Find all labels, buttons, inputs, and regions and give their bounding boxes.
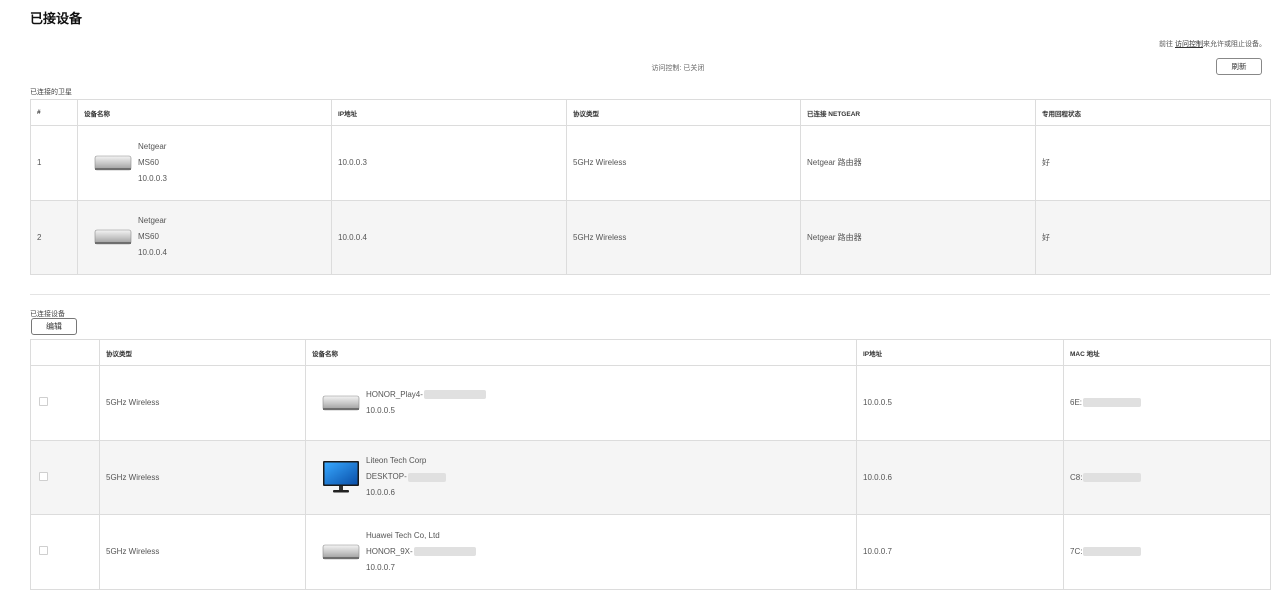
access-control-hint: 前往 访问控制来允许或阻止设备。	[1159, 39, 1266, 49]
protocol-cell: 5GHz Wireless	[99, 365, 306, 441]
mini-pc-icon	[94, 155, 132, 171]
backhaul-cell: 好	[1035, 125, 1271, 201]
mac-cell: 6E:	[1063, 365, 1271, 441]
device-row: 5GHz Wireless Huawei Tech Co, Ltd HONOR_…	[30, 514, 1271, 590]
access-control-link[interactable]: 访问控制	[1175, 41, 1203, 48]
col-mac: MAC 地址	[1063, 339, 1271, 366]
col-device-name: 设备名称	[305, 339, 857, 366]
row-index: 1	[30, 125, 78, 201]
satellite-row: 1 Netgear MS60 10.0.0.3 10.0.0.3 5GHz Wi…	[30, 125, 1271, 201]
col-ip: IP地址	[856, 339, 1064, 366]
device-hostname: HONOR_9X-	[366, 544, 476, 560]
device-ip-sub: 10.0.0.7	[366, 562, 395, 572]
device-row: 5GHz Wireless Liteon Tech Corp DESKTOP- …	[30, 439, 1271, 515]
redacted-block	[407, 472, 446, 482]
redacted-block	[413, 547, 476, 557]
row-checkbox[interactable]	[39, 471, 48, 481]
device-ip-sub: 10.0.0.4	[138, 248, 167, 258]
device-hostname: HONOR_Play4-	[366, 387, 486, 403]
mini-pc-icon	[94, 229, 132, 245]
connected-cell: Netgear 路由器	[800, 125, 1036, 201]
device-brand: Netgear	[138, 216, 167, 226]
redacted-block	[1083, 472, 1142, 482]
device-model: MS60	[138, 157, 159, 167]
protocol-cell: 5GHz Wireless	[99, 439, 306, 515]
protocol-cell: 5GHz Wireless	[99, 514, 306, 590]
mac-cell: C8:	[1063, 439, 1271, 515]
redacted-block	[1083, 398, 1142, 408]
device-row: 5GHz Wireless HONOR_Play4- 10.0.0.5 10.0…	[30, 365, 1271, 441]
access-hint-prefix: 前往	[1159, 41, 1174, 48]
satellites-header-row: # 设备名称 IP地址 协议类型 已连接 NETGEAR 专用回程状态	[30, 99, 1271, 126]
device-brand: Netgear	[138, 141, 167, 151]
device-name-cell: Huawei Tech Co, Ltd HONOR_9X- 10.0.0.7	[305, 514, 857, 590]
device-name-cell: HONOR_Play4- 10.0.0.5	[305, 365, 857, 441]
ip-cell: 10.0.0.4	[331, 199, 567, 275]
connected-cell: Netgear 路由器	[800, 199, 1036, 275]
device-vendor: Liteon Tech Corp	[366, 456, 427, 466]
col-backhaul-status: 专用回程状态	[1035, 99, 1271, 126]
access-control-status: 访问控制: 已关闭	[651, 65, 705, 72]
redacted-block	[1083, 547, 1142, 557]
mini-pc-icon	[322, 544, 360, 560]
protocol-cell: 5GHz Wireless	[566, 125, 801, 201]
device-ip-sub: 10.0.0.6	[366, 488, 395, 498]
protocol-cell: 5GHz Wireless	[566, 199, 801, 275]
select-cell	[30, 514, 100, 590]
device-name-cell: Netgear MS60 10.0.0.3	[77, 125, 332, 201]
access-hint-suffix: 来允许或阻止设备。	[1203, 41, 1266, 48]
row-checkbox[interactable]	[39, 546, 48, 556]
device-hostname: DESKTOP-	[366, 469, 446, 485]
row-checkbox[interactable]	[39, 397, 48, 407]
ip-cell: 10.0.0.6	[856, 439, 1064, 515]
select-cell	[30, 439, 100, 515]
col-connected-netgear: 已连接 NETGEAR	[800, 99, 1036, 126]
devices-table: 协议类型 设备名称 IP地址 MAC 地址 5GHz Wireless HONO…	[30, 339, 1271, 590]
refresh-button[interactable]: 刷新	[1216, 58, 1262, 75]
col-index: #	[30, 99, 78, 126]
col-ip: IP地址	[331, 99, 567, 126]
section-divider	[30, 294, 1270, 295]
device-name-cell: Netgear MS60 10.0.0.4	[77, 199, 332, 275]
select-cell	[30, 365, 100, 441]
mini-pc-icon	[322, 395, 360, 411]
col-select	[30, 339, 100, 366]
device-name-cell: Liteon Tech Corp DESKTOP- 10.0.0.6	[305, 439, 857, 515]
page-title: 已接设备	[30, 11, 83, 26]
redacted-block	[423, 390, 486, 400]
satellites-section-label: 已连接的卫星	[30, 89, 72, 96]
device-ip-sub: 10.0.0.3	[138, 173, 167, 183]
satellites-table: # 设备名称 IP地址 协议类型 已连接 NETGEAR 专用回程状态 1 Ne…	[30, 99, 1271, 275]
col-protocol: 协议类型	[566, 99, 801, 126]
satellite-row: 2 Netgear MS60 10.0.0.4 10.0.0.4 5GHz Wi…	[30, 199, 1271, 275]
ip-cell: 10.0.0.3	[331, 125, 567, 201]
device-vendor: Huawei Tech Co, Ltd	[366, 530, 440, 540]
device-ip-sub: 10.0.0.5	[366, 405, 395, 415]
device-model: MS60	[138, 232, 159, 242]
row-index: 2	[30, 199, 78, 275]
ip-cell: 10.0.0.5	[856, 365, 1064, 441]
mac-cell: 7C:	[1063, 514, 1271, 590]
col-protocol: 协议类型	[99, 339, 306, 366]
monitor-icon	[323, 461, 359, 493]
col-device-name: 设备名称	[77, 99, 332, 126]
backhaul-cell: 好	[1035, 199, 1271, 275]
edit-button[interactable]: 编辑	[31, 318, 77, 335]
devices-header-row: 协议类型 设备名称 IP地址 MAC 地址	[30, 339, 1271, 366]
ip-cell: 10.0.0.7	[856, 514, 1064, 590]
